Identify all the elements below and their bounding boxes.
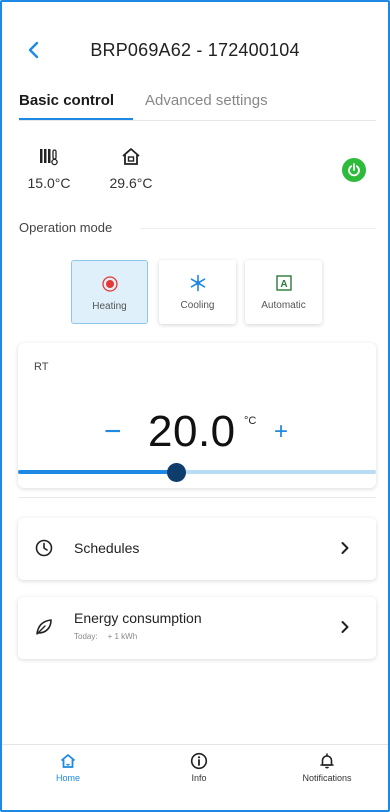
- tab-divider: [19, 120, 376, 121]
- content-divider: [18, 497, 376, 498]
- temperature-slider-thumb[interactable]: [167, 463, 186, 482]
- energy-today-value: + 1 kWh: [107, 632, 138, 641]
- schedules-card[interactable]: Schedules: [18, 518, 376, 580]
- power-button[interactable]: [342, 158, 366, 182]
- indoor-thermometer-icon: [40, 149, 58, 166]
- outdoor-temperature: 29.6°C: [99, 146, 163, 191]
- indoor-temperature: 15.0°C: [17, 146, 81, 191]
- nav-info-label: Info: [191, 773, 207, 783]
- tab-basic-control[interactable]: Basic control: [19, 92, 114, 109]
- nav-home[interactable]: Home: [23, 752, 113, 783]
- page-title: BRP069A62 - 172400104: [90, 40, 300, 60]
- bell-icon: [320, 753, 334, 769]
- indoor-temperature-value: 15.0°C: [27, 175, 71, 191]
- section-divider: [140, 228, 376, 229]
- energy-consumption-title: Energy consumption: [74, 610, 202, 626]
- mode-cooling-label: Cooling: [180, 300, 215, 311]
- nav-notifications-label: Notifications: [302, 773, 352, 783]
- schedules-title: Schedules: [74, 540, 140, 556]
- outdoor-temperature-value: 29.6°C: [109, 175, 153, 191]
- heating-icon: [101, 276, 118, 292]
- app-header: BRP069A62 - 172400104: [0, 36, 390, 66]
- tab-advanced-settings[interactable]: Advanced settings: [145, 92, 268, 109]
- operation-mode-label: Operation mode: [19, 220, 113, 235]
- chevron-right-icon: [341, 621, 349, 633]
- mode-automatic-button[interactable]: A Automatic: [245, 260, 322, 324]
- energy-today-label: Today:: [74, 632, 98, 641]
- nav-info[interactable]: Info: [154, 752, 244, 783]
- mode-heating-button[interactable]: Heating: [71, 260, 148, 324]
- energy-today: Today: + 1 kWh: [74, 632, 147, 641]
- info-icon: [190, 752, 208, 770]
- mode-automatic-label: Automatic: [261, 300, 306, 311]
- temperature-slider-fill: [18, 470, 176, 474]
- clock-icon: [35, 539, 53, 557]
- setpoint-value: 20.0: [148, 407, 236, 456]
- chevron-right-icon: [341, 542, 349, 554]
- mode-cooling-button[interactable]: Cooling: [159, 260, 236, 324]
- increase-temperature-button[interactable]: +: [274, 419, 288, 445]
- cooling-snowflake-icon: [190, 274, 205, 292]
- outdoor-house-icon: [122, 148, 140, 165]
- decrease-temperature-button[interactable]: −: [104, 417, 122, 447]
- automatic-icon: A: [275, 275, 292, 291]
- svg-text:A: A: [280, 279, 287, 290]
- home-icon: [60, 754, 76, 768]
- mode-heating-label: Heating: [92, 301, 127, 312]
- nav-home-label: Home: [55, 773, 80, 783]
- leaf-icon: [36, 619, 52, 635]
- room-temperature-card: RT − 20.0 °C +: [18, 343, 376, 488]
- power-icon: [348, 163, 360, 177]
- setpoint-unit: °C: [244, 415, 257, 427]
- bottom-nav-divider: [0, 744, 390, 745]
- rt-label: RT: [34, 361, 49, 373]
- nav-notifications[interactable]: Notifications: [282, 752, 372, 783]
- energy-consumption-card[interactable]: Energy consumption Today: + 1 kWh: [18, 597, 376, 659]
